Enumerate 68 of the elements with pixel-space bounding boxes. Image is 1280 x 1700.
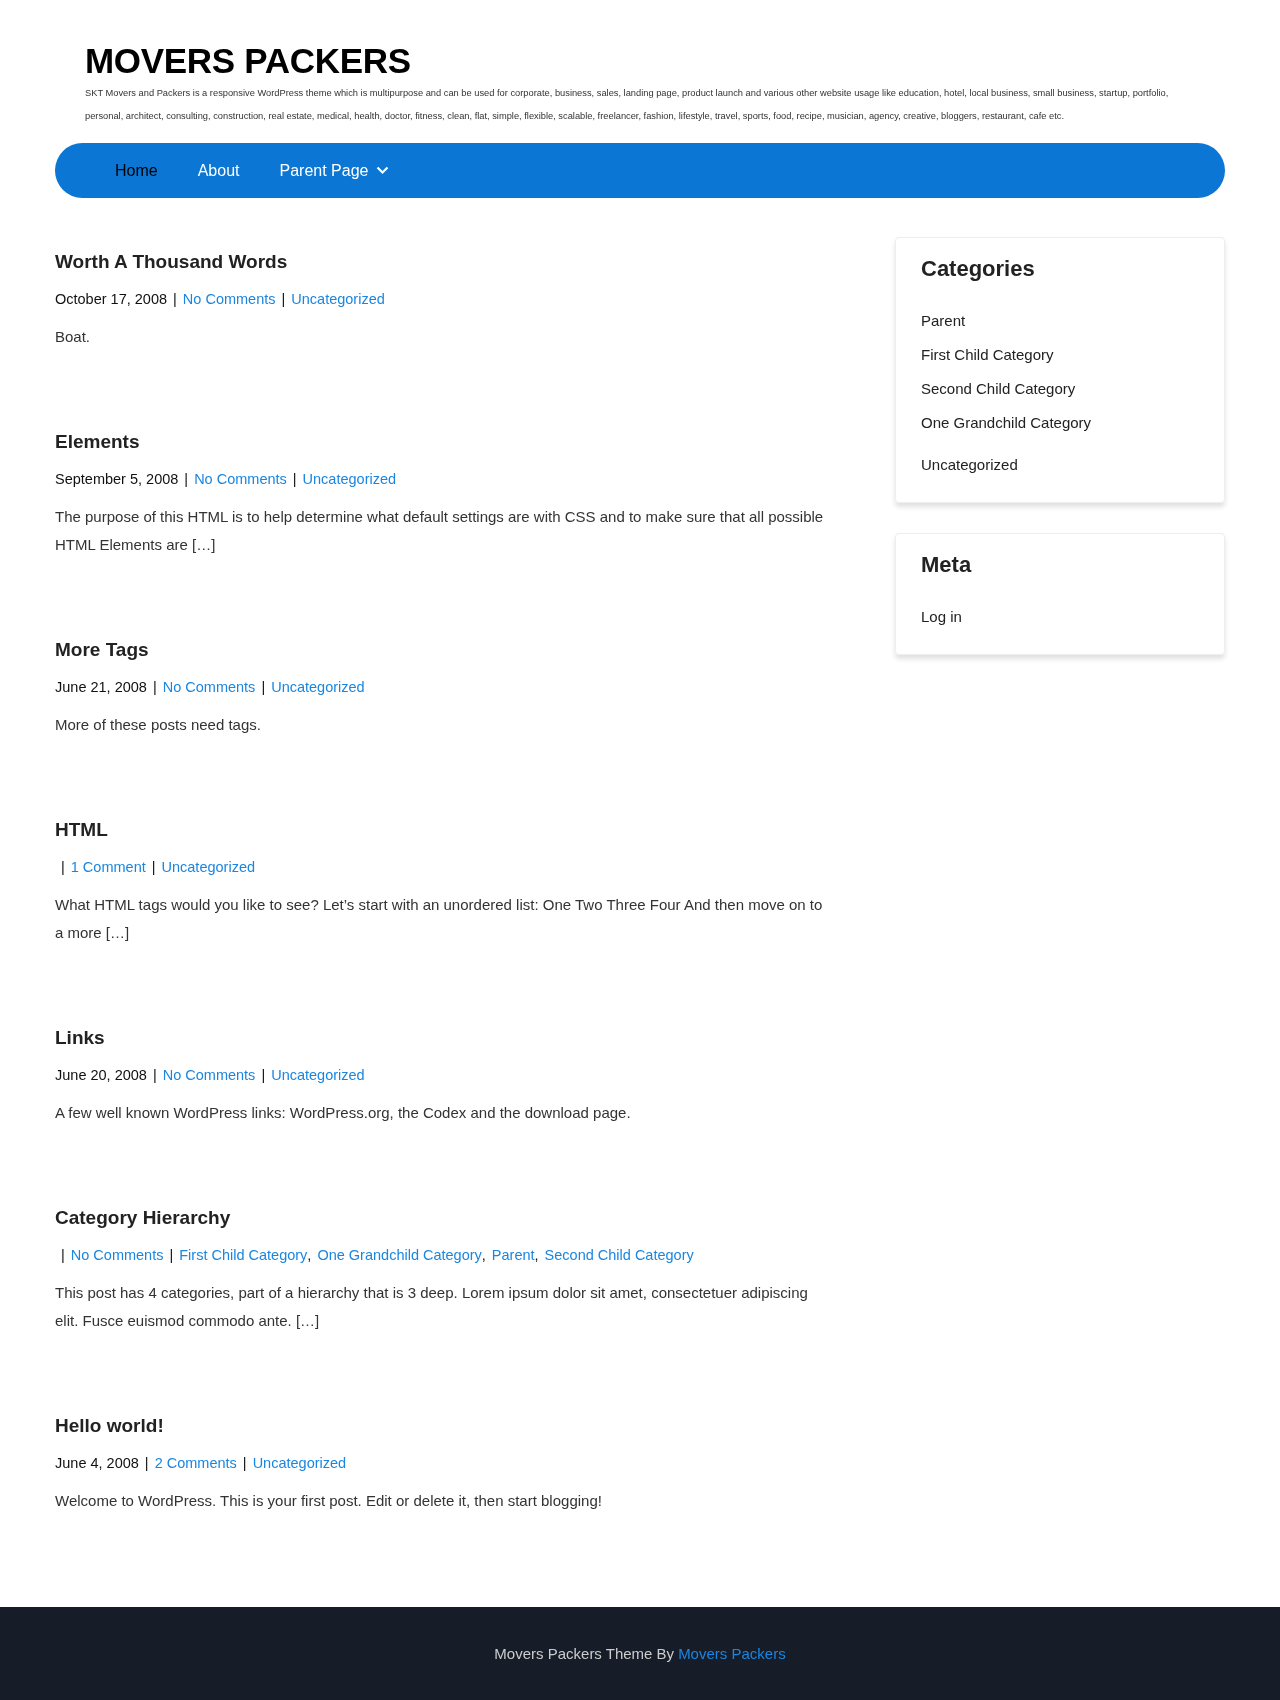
meta-link[interactable]: Second Child Category [544, 1243, 694, 1267]
post-date: June 4, 2008 [55, 1454, 139, 1473]
meta-link[interactable]: 1 Comment [70, 855, 146, 879]
meta-link[interactable]: 2 Comments [154, 1451, 237, 1475]
comma: , [307, 1246, 312, 1265]
meta-link[interactable]: No Comments [70, 1243, 164, 1267]
nav-link[interactable]: Parent Page [279, 161, 390, 180]
separator: | [152, 1066, 157, 1085]
meta-link[interactable]: Parent [491, 1243, 535, 1267]
meta-link[interactable]: One Grandchild Category [317, 1243, 482, 1267]
site-title: MOVERS PACKERS [85, 40, 412, 82]
post-excerpt: Welcome to WordPress. This is your first post. Edit or delete it, then start blogging! [55, 1491, 603, 1511]
meta-link[interactable]: Uncategorized [252, 1451, 347, 1475]
meta-link[interactable]: No Comments [194, 467, 287, 491]
separator: | [61, 858, 65, 877]
meta-link[interactable]: Uncategorized [271, 1063, 365, 1087]
category-link[interactable]: Second Child Category [921, 380, 1076, 397]
post-title[interactable]: More Tags [55, 637, 825, 663]
post-title[interactable]: Elements [55, 429, 825, 455]
site-description: SKT Movers and Packers is a responsive WordPress theme which is multipurpose and can be used for corporate, business, sales, landing page, product launch and various other website usage like education, hotel, local business, small business, startup, portfolio, personal, architect, consulting, construction, real estate, medical, health, doctor, fitness, clean, flat, simple, flexible, scalable, freelancer, fashion, lifestyle, travel, sports, food, recipe, musician, agency, creative, bloggers, restaurant, cafe etc. [85, 87, 1170, 123]
separator: | [173, 290, 177, 309]
post-title[interactable]: Hello world! [55, 1413, 825, 1439]
separator: | [261, 1066, 266, 1085]
post-title[interactable]: Worth A Thousand Words [55, 249, 825, 275]
post-excerpt: More of these posts need tags. [55, 715, 262, 735]
category-link[interactable]: One Grandchild Category [921, 414, 1092, 431]
post-title[interactable]: Links [55, 1025, 825, 1051]
comma: , [481, 1246, 486, 1265]
meta-link[interactable]: Uncategorized [271, 675, 365, 699]
post-excerpt: The purpose of this HTML is to help determine what default settings are with CSS and to make sure that all possible HTML Elements are […] [55, 507, 825, 555]
separator: | [152, 678, 157, 697]
meta-link[interactable]: First Child Category [179, 1243, 308, 1267]
separator: | [184, 470, 189, 489]
post-excerpt: A few well known WordPress links: WordPress.org, the Codex and the download page. [55, 1103, 632, 1123]
category-link[interactable]: Uncategorized [921, 456, 1018, 473]
nav-link[interactable]: Home [115, 161, 158, 180]
post-date: June 20, 2008 [55, 1066, 147, 1085]
meta-link[interactable]: No Comments [182, 287, 276, 311]
meta-link[interactable]: Uncategorized [291, 287, 385, 311]
separator: | [261, 678, 266, 697]
post-excerpt: This post has 4 categories, part of a hierarchy that is 3 deep. Lorem ipsum dolor sit amet, consectetuer adipiscing elit. Fusce euismod commodo ante. […] [55, 1283, 809, 1331]
post-title[interactable]: HTML [55, 817, 825, 843]
widget-title: Categories [921, 256, 1036, 282]
comma: , [534, 1246, 539, 1265]
meta-link[interactable]: Uncategorized [161, 855, 255, 879]
separator: | [151, 858, 156, 877]
separator: | [281, 290, 286, 309]
nav-link[interactable]: About [197, 161, 240, 180]
post-title[interactable]: Category Hierarchy [55, 1205, 825, 1231]
widget-title: Meta [921, 552, 973, 578]
meta-link[interactable]: No Comments [162, 675, 256, 699]
separator: | [169, 1246, 174, 1265]
post-date: September 5, 2008 [55, 470, 179, 489]
post-excerpt: What HTML tags would you like to see? Let’s start with an unordered list: One Two Three Four And then move on to a more […] [55, 895, 824, 943]
meta-link[interactable]: Uncategorized [302, 467, 397, 491]
separator: | [292, 470, 297, 489]
separator: | [61, 1246, 65, 1265]
separator: | [144, 1454, 149, 1473]
footer-link[interactable]: Movers Packers [678, 1645, 786, 1662]
post-date: October 17, 2008 [55, 290, 168, 309]
footer-text: Movers Packers Theme By [494, 1645, 675, 1662]
post-excerpt: Boat. [55, 327, 92, 347]
separator: | [242, 1454, 247, 1473]
meta-link[interactable]: No Comments [162, 1063, 256, 1087]
category-link[interactable]: Log in [921, 608, 962, 625]
category-link[interactable]: First Child Category [921, 346, 1054, 363]
category-link[interactable]: Parent [921, 312, 966, 329]
post-date: June 21, 2008 [55, 678, 147, 697]
